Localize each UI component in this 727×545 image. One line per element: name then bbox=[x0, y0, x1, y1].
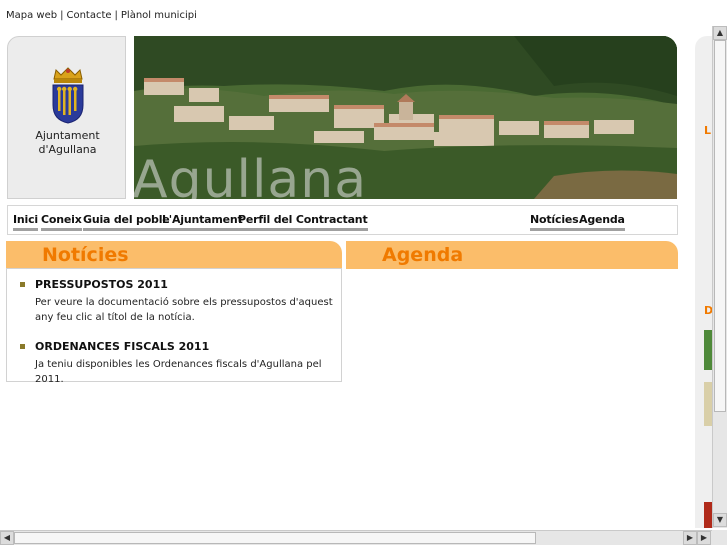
top-links: Mapa web | Contacte | Plànol municipi bbox=[6, 10, 197, 21]
banner-title: Agullana bbox=[134, 150, 368, 199]
news-item-title[interactable]: ORDENANCES FISCALS 2011 bbox=[35, 340, 335, 353]
news-list: PRESSUPOSTOS 2011 Per veure la documenta… bbox=[6, 268, 342, 385]
nav-item-noticies[interactable]: Notícies bbox=[530, 213, 579, 231]
news-panel-header: Notícies bbox=[6, 241, 342, 269]
sitemap-link[interactable]: Mapa web bbox=[6, 10, 57, 21]
scroll-left-button[interactable]: ◀ bbox=[0, 531, 14, 545]
bullet-icon bbox=[20, 344, 25, 349]
scroll-right-button[interactable]: ▶ bbox=[697, 531, 711, 545]
main-navigation: Inici Coneix Guia del poble L'Ajuntament… bbox=[7, 205, 678, 235]
scroll-down-button[interactable]: ▼ bbox=[713, 513, 727, 527]
nav-item-guia-del-poble[interactable]: Guia del poble bbox=[83, 213, 170, 231]
vertical-scroll-thumb[interactable] bbox=[714, 40, 726, 412]
logo-box[interactable]: Ajuntament d'Agullana bbox=[7, 36, 126, 199]
horizontal-scrollbar[interactable]: ◀ ▶ ▶ bbox=[0, 530, 712, 545]
banner-photo: Agullana bbox=[134, 36, 677, 199]
agenda-panel-header: Agenda bbox=[346, 241, 678, 269]
bullet-icon bbox=[20, 282, 25, 287]
right-sidebar-strip: L D bbox=[695, 36, 713, 528]
agenda-heading: Agenda bbox=[382, 244, 464, 266]
nav-item-perfil-contractant[interactable]: Perfil del Contractant bbox=[238, 213, 368, 231]
scroll-up-button[interactable]: ▲ bbox=[713, 26, 727, 40]
news-item-title[interactable]: PRESSUPOSTOS 2011 bbox=[35, 278, 335, 291]
sidebar-heading-fragment: L bbox=[704, 124, 712, 137]
news-item-text: Ja teniu disponibles les Ordenances fisc… bbox=[35, 359, 322, 385]
scroll-right-button[interactable]: ▶ bbox=[683, 531, 697, 545]
logo-line1: Ajuntament bbox=[35, 129, 100, 142]
logo-line2: d'Agullana bbox=[38, 143, 97, 156]
coat-of-arms-icon bbox=[52, 67, 84, 124]
separator: | bbox=[114, 10, 118, 21]
separator: | bbox=[60, 10, 64, 21]
news-item: PRESSUPOSTOS 2011 Per veure la documenta… bbox=[20, 278, 335, 325]
nav-item-coneix[interactable]: Coneix bbox=[41, 213, 82, 231]
news-item-text: Per veure la documentació sobre els pres… bbox=[35, 297, 333, 323]
nav-item-agenda[interactable]: Agenda bbox=[579, 213, 625, 231]
news-heading: Notícies bbox=[42, 244, 129, 266]
horizontal-scroll-thumb[interactable] bbox=[14, 532, 536, 544]
vertical-scrollbar[interactable]: ▲ ▼ bbox=[712, 26, 727, 528]
news-item: ORDENANCES FISCALS 2011 Ja teniu disponi… bbox=[20, 340, 335, 387]
municipality-name: Ajuntament d'Agullana bbox=[8, 129, 127, 157]
contact-link[interactable]: Contacte bbox=[66, 10, 111, 21]
scrollbar-corner bbox=[712, 530, 727, 545]
nav-item-inici[interactable]: Inici bbox=[13, 213, 38, 231]
town-map-link[interactable]: Plànol municipi bbox=[121, 10, 197, 21]
nav-item-ajuntament[interactable]: L'Ajuntament bbox=[162, 213, 243, 231]
